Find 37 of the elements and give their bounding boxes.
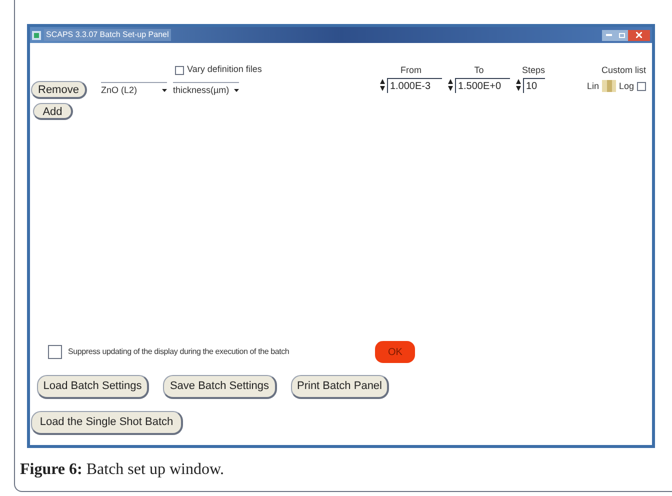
button[interactable]: Print Batch Panel bbox=[291, 375, 389, 399]
button[interactable]: Save Batch Settings bbox=[163, 375, 277, 399]
dropdown[interactable]: thickness(µm) bbox=[172, 82, 239, 98]
button[interactable]: Load Batch Settings bbox=[37, 375, 149, 399]
column-header: From bbox=[400, 64, 422, 77]
close-button[interactable] bbox=[628, 30, 650, 40]
spin-arrows-icon[interactable] bbox=[380, 78, 385, 92]
column-header: To bbox=[474, 64, 484, 77]
app-icon bbox=[32, 30, 41, 40]
button[interactable]: Load the Single Shot Batch bbox=[31, 411, 183, 435]
checkbox[interactable] bbox=[175, 66, 184, 74]
scale-label: Lin bbox=[586, 80, 599, 92]
checkbox[interactable] bbox=[48, 345, 62, 359]
number-field[interactable]: 1.000E-3 bbox=[386, 78, 442, 92]
window-title: SCAPS 3.3.07 Batch Set-up Panel bbox=[44, 29, 171, 41]
caret-icon bbox=[234, 89, 239, 92]
button[interactable]: Remove bbox=[31, 81, 87, 99]
caret-icon bbox=[162, 89, 167, 92]
scale-label: Log bbox=[618, 80, 634, 93]
close-icon bbox=[636, 32, 642, 38]
number-field[interactable]: 1.500E+0 bbox=[454, 78, 510, 92]
checkbox-label: Suppress updating of the display during the execution of the batch bbox=[68, 346, 290, 358]
checkbox-label: Vary definition files bbox=[187, 63, 262, 76]
maximize-icon bbox=[619, 32, 625, 38]
scale-slider-icon[interactable] bbox=[602, 80, 616, 92]
dropdown[interactable]: ZnO (L2) bbox=[100, 82, 167, 98]
checkbox[interactable] bbox=[637, 82, 646, 91]
figure-caption: Figure 6: Batch set up window. bbox=[20, 461, 224, 478]
button[interactable]: Add bbox=[33, 103, 73, 120]
number-field[interactable]: 10 bbox=[522, 78, 545, 92]
minimize-button[interactable] bbox=[602, 30, 616, 40]
spin-arrows-icon[interactable] bbox=[448, 78, 453, 92]
column-header: Custom list bbox=[601, 64, 646, 77]
maximize-button[interactable] bbox=[616, 30, 628, 40]
column-header: Steps bbox=[522, 64, 545, 77]
minimize-icon bbox=[606, 34, 612, 36]
spin-arrows-icon[interactable] bbox=[516, 78, 521, 92]
